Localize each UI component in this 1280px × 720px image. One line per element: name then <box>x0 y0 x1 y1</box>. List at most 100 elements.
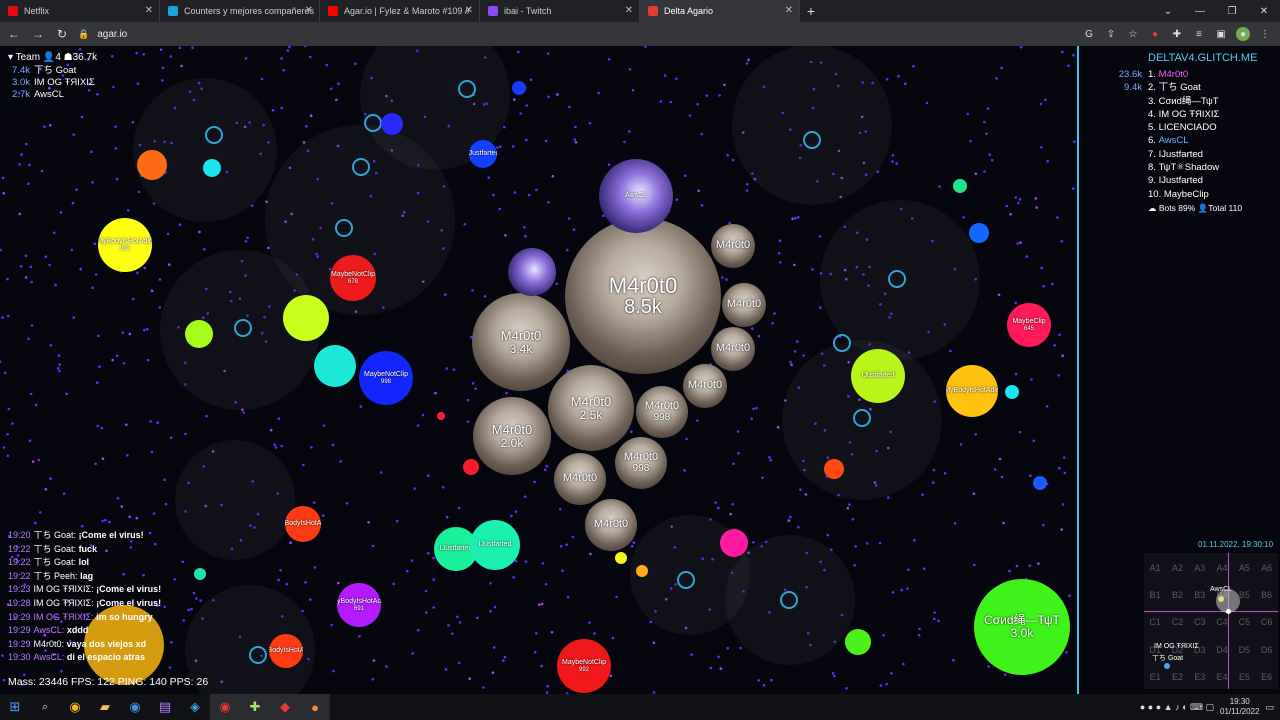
tab-close-icon[interactable]: ✕ <box>145 5 153 16</box>
bots-info: ☁ Bots 89% 👤Total 110 <box>1148 203 1274 214</box>
cell-mass: 8.5k <box>624 296 662 319</box>
chat-author: 丅ち Goat: <box>33 557 77 568</box>
player-cell <box>615 552 627 564</box>
chat-message: 19:29 M4r0t0: vaya dos viejos xd <box>8 638 268 652</box>
player-cell <box>185 320 213 348</box>
minimap-sector: A2 <box>1171 563 1183 573</box>
tab-close-icon[interactable]: ✕ <box>625 5 633 16</box>
start-button[interactable]: ⊞ <box>0 694 30 720</box>
chat-message: 19:29 AwsCL: xddd <box>8 624 268 638</box>
search-icon[interactable]: ⌕ <box>30 694 60 720</box>
leaderboard-name: MaybeClip <box>1163 188 1209 200</box>
chrome-profile-icon[interactable]: ◉ <box>120 694 150 720</box>
tab-3[interactable]: ibai - Twitch ✕ <box>480 0 640 22</box>
file-explorer-icon[interactable]: ▰ <box>90 694 120 720</box>
chat-text: xddd <box>66 625 89 636</box>
forward-button[interactable]: → <box>28 22 48 46</box>
chat-message: 19:30 AwsCL: di el espacio atras <box>8 651 268 665</box>
url-field[interactable]: 🔒 agar.io <box>78 25 1078 43</box>
reload-button[interactable]: ↻ <box>52 22 72 46</box>
team-count-icon: 👤 <box>42 52 56 63</box>
minimap-sector: B3 <box>1194 590 1206 601</box>
leaderboard-rank: 1. <box>1148 69 1156 80</box>
chat-time: 19:28 <box>8 597 31 608</box>
leaderboard-row: 10. MaybeClip <box>1114 188 1274 201</box>
player-cell: IJustfarted <box>469 140 497 168</box>
player-cell: M4r0t0 998 <box>615 437 667 489</box>
share-icon[interactable]: ⇪ <box>1104 27 1118 41</box>
tab-0[interactable]: Netflix ✕ <box>0 0 160 22</box>
minimap-label-goat: 丅ち Goat <box>1152 655 1184 662</box>
cell-name: M4r0t0 <box>644 399 680 412</box>
extension-red-icon[interactable]: ● <box>1148 27 1162 41</box>
tab-close-icon[interactable]: ✕ <box>465 5 473 16</box>
puzzle-icon[interactable]: ✚ <box>1170 27 1184 41</box>
tab-search-icon[interactable]: ⌄ <box>1152 0 1184 22</box>
minimap-dot-goat <box>1164 663 1170 669</box>
chrome-icon[interactable]: ◉ <box>60 694 90 720</box>
minimap-date: 01.11.2022, 19:30:10 <box>1198 540 1274 549</box>
notification-icon[interactable]: ▭ <box>1265 702 1274 713</box>
team-count: 4 <box>55 52 61 63</box>
restore-button[interactable]: ❐ <box>1216 0 1248 22</box>
player-cell <box>381 113 403 135</box>
cell-name: M4r0t0 <box>593 518 629 531</box>
cell-mass: 998 <box>653 411 671 423</box>
cell-name: M4r0t0 <box>608 272 678 298</box>
chrome-active-icon[interactable]: ◉ <box>210 694 240 720</box>
profile-avatar[interactable]: ● <box>1236 27 1250 41</box>
chat-author: 丅ち Goat: <box>33 530 77 540</box>
cell-mass: 645 <box>1023 325 1034 332</box>
team-member: 3.0k IM OG ŦЯIXIΣ <box>8 77 97 89</box>
cell-name: IJustfarted <box>469 150 497 158</box>
server-title[interactable]: DELTAV4.GLITCH.ME <box>1148 52 1274 64</box>
chat-author: IM OG ŦЯIXIΣ: <box>33 597 94 608</box>
new-tab-button[interactable]: + <box>800 0 822 22</box>
close-window-button[interactable]: ✕ <box>1248 0 1280 22</box>
tab-favicon-icon <box>168 6 178 16</box>
team-header[interactable]: ▾ Team 👤4 ☗36.7k <box>8 52 97 63</box>
game-app-icon[interactable]: ● <box>300 694 330 720</box>
team-member-name: IM OG ŦЯIXIΣ <box>34 77 95 88</box>
tab-4[interactable]: Delta Agario ✕ <box>640 0 800 22</box>
chat-message: 19:22 丅ち Goat: fuck <box>8 543 268 557</box>
team-member-name: AwsCL <box>34 89 64 100</box>
leaderboard-row: 5. LICENCIADO <box>1114 121 1274 134</box>
taskbar-clock[interactable]: 19:30 01/11/2022 <box>1220 697 1259 717</box>
tab-close-icon[interactable]: ✕ <box>785 5 793 16</box>
star-icon[interactable]: ☆ <box>1126 27 1140 41</box>
player-cell: M4r0t0 <box>585 499 637 551</box>
red-app-icon[interactable]: ◆ <box>270 694 300 720</box>
tab-1[interactable]: Counters y mejores compañeros ✕ <box>160 0 320 22</box>
xbox-icon[interactable]: ✚ <box>240 694 270 720</box>
player-cell <box>953 179 967 193</box>
google-icon[interactable]: G <box>1082 27 1096 41</box>
tab-2[interactable]: Agar.io | Fylez & Maroto #109 //✕ <box>320 0 480 22</box>
minimize-button[interactable]: — <box>1184 0 1216 22</box>
leaderboard-rank: 2. <box>1148 82 1156 94</box>
chat-time: 19:22 <box>8 557 31 568</box>
minimap-sector: B6 <box>1261 590 1273 601</box>
leaderboard-row: 9.4k 2. 丅ち Goat <box>1114 81 1274 94</box>
player-cell: M4r0t0 998 <box>636 386 688 438</box>
player-cell <box>1005 385 1019 399</box>
minimap-sector: D5 <box>1238 644 1251 655</box>
chat-text: di el espacio atras <box>66 652 145 663</box>
player-cell: MaybeNotClip 678 <box>330 255 376 301</box>
sidebar-icon[interactable]: ▣ <box>1214 27 1228 41</box>
reading-list-icon[interactable]: ≡ <box>1192 27 1206 41</box>
twitch-app-icon[interactable]: ▤ <box>150 694 180 720</box>
player-cell <box>969 223 989 243</box>
back-button[interactable]: ← <box>4 22 24 46</box>
player-cell: AwsCL <box>599 159 673 233</box>
chat-time: 19:29 <box>8 638 31 649</box>
menu-kebab-icon[interactable]: ⋮ <box>1258 27 1272 41</box>
chat-time: 19:29 <box>8 611 31 622</box>
tab-close-icon[interactable]: ✕ <box>305 5 313 16</box>
app-icon[interactable]: ◈ <box>180 694 210 720</box>
player-cell <box>283 295 329 341</box>
minimap-sector: C5 <box>1238 617 1251 628</box>
tray-icons[interactable]: ● ● ● ▲ ♪ ◐ ⌨ ▢ <box>1140 702 1214 713</box>
minimap-sector: E4 <box>1216 671 1228 682</box>
player-cell <box>463 459 479 475</box>
